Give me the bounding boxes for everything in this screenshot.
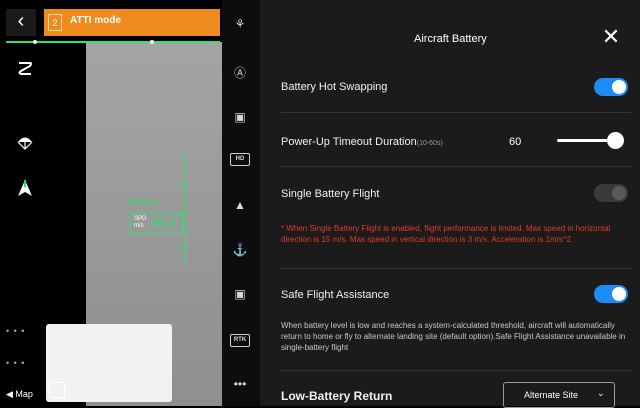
close-icon: ✕ [601, 24, 621, 49]
safe-flight-toggle[interactable] [594, 285, 628, 303]
single-battery-warning: * When Single Battery Flight is enabled,… [281, 224, 611, 244]
hd-icon[interactable]: HD [230, 149, 250, 169]
mode-badge: 2 [48, 14, 62, 31]
remote-controller-icon[interactable]: ▣ [230, 107, 250, 127]
camera-icon[interactable]: ▣ [230, 284, 250, 304]
timeout-range: (10-60s) [416, 140, 443, 147]
status-line-marker [150, 40, 154, 44]
close-button[interactable]: ✕ [600, 24, 622, 49]
auto-icon[interactable]: Ⓐ [230, 62, 250, 82]
single-battery-label: Single Battery Flight [281, 188, 380, 200]
rtk-icon[interactable]: RTK [230, 330, 250, 350]
gimbal-icon[interactable]: ⚓ [230, 240, 250, 260]
divider [281, 370, 631, 371]
expand-map-icon[interactable] [49, 382, 65, 398]
left-dots: • • • [6, 358, 26, 368]
parachute-icon[interactable] [12, 130, 38, 156]
flight-mode-label: ATTI mode [70, 15, 121, 26]
waypoint-label: WP:00.0 [128, 198, 159, 207]
select-value: Alternate Site [524, 390, 579, 400]
panel-title: Aircraft Battery [414, 33, 487, 45]
aircraft-battery-icon[interactable]: ▲ [230, 195, 250, 215]
status-line-marker [33, 40, 37, 44]
timeout-label: Power-Up Timeout Duration(10-60s) [281, 136, 443, 148]
divider [281, 166, 631, 167]
speed-value: 00.0 [151, 215, 177, 230]
safe-flight-description: When battery level is low and reaches a … [281, 321, 626, 352]
chevron-down-icon: ⌄ [597, 388, 605, 398]
single-battery-toggle[interactable] [594, 184, 628, 202]
hot-swap-label: Battery Hot Swapping [281, 81, 388, 93]
map-label[interactable]: ◀ Map [6, 389, 33, 400]
more-icon[interactable]: ••• [230, 374, 250, 394]
safe-flight-label: Safe Flight Assistance [281, 289, 390, 301]
back-button[interactable]: ‹ [6, 9, 36, 36]
route-icon[interactable] [12, 56, 38, 82]
divider [281, 268, 631, 269]
chevron-left-icon: ‹ [17, 10, 25, 32]
low-battery-return-select[interactable]: Alternate Site ⌄ [503, 382, 615, 408]
left-dots: • • • [6, 326, 26, 336]
timeout-slider-thumb[interactable] [607, 132, 624, 149]
timeout-value: 60 [509, 136, 522, 148]
speed-unit: SPD m/s [134, 216, 147, 229]
status-line [6, 41, 220, 43]
drone-icon[interactable]: ⚘ [230, 14, 250, 34]
aircraft-icon [12, 176, 38, 202]
divider [281, 112, 631, 113]
flight-mode-bar[interactable]: 2 ATTI mode [44, 9, 220, 36]
hot-swap-toggle[interactable] [594, 78, 628, 96]
low-battery-return-label: Low-Battery Return [281, 389, 393, 403]
speed-indicator: SPD m/s 00.0 [130, 213, 184, 233]
altitude-ruler [175, 155, 186, 265]
